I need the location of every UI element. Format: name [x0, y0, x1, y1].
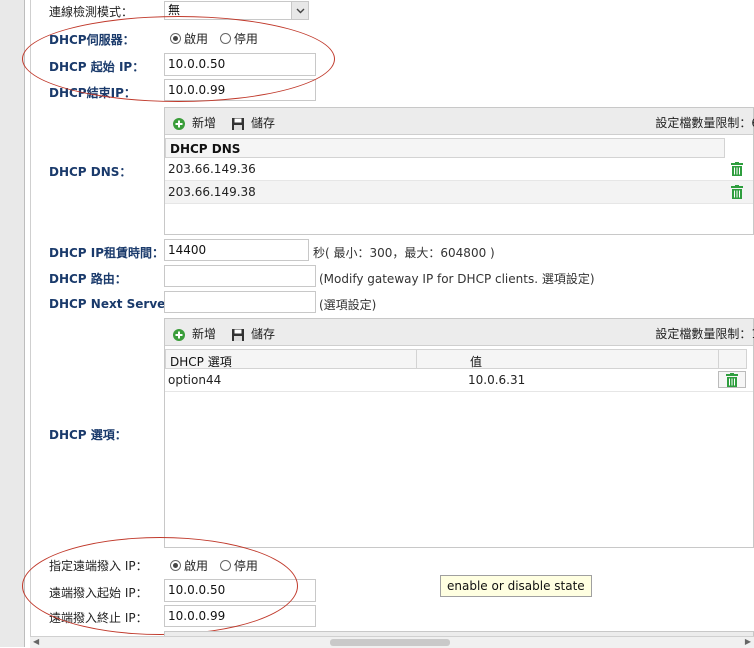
dhcp-dns-save-label: 儲存 [251, 116, 276, 130]
connection-mode-label: 連線檢測模式： [49, 5, 134, 19]
dhcp-dns-add-label: 新增 [192, 116, 217, 130]
dhcp-option-column-header: DHCP 選項 [170, 355, 232, 369]
scrollbar-thumb[interactable] [330, 639, 450, 646]
save-icon [232, 328, 244, 341]
column-divider [416, 350, 417, 368]
dhcp-option-cell: option44 [168, 373, 222, 387]
dhcp-options-panel: 新增 儲存 設定檔數量限制：1 DHCP 選項 值 option44 10.0.… [164, 318, 754, 548]
column-divider [718, 350, 719, 368]
next-server-input[interactable] [164, 291, 316, 313]
value-column-header: 值 [470, 355, 483, 369]
dhcp-dns-label: DHCP DNS： [49, 165, 132, 179]
lease-time-label: DHCP IP租賃時間： [49, 246, 165, 260]
table-row: 203.66.149.38 [165, 181, 753, 204]
chevron-down-icon[interactable] [291, 2, 308, 19]
annotation-ellipse-bottom [22, 537, 298, 635]
save-icon [232, 117, 244, 130]
dhcp-options-save-label: 儲存 [251, 327, 276, 341]
state-tooltip: enable or disable state [440, 575, 592, 597]
dhcp-dns-panel: 新增 儲存 設定檔數量限制：6 DHCP DNS 203.66.149.36 2… [164, 107, 754, 235]
add-icon [173, 328, 185, 341]
dhcp-dns-cell: 203.66.149.38 [168, 185, 256, 199]
annotation-ellipse-top [22, 16, 335, 102]
dhcp-dns-add-button[interactable]: 新增 [172, 114, 216, 131]
next-server-note: (選項設定) [319, 298, 377, 312]
dhcp-options-add-button[interactable]: 新增 [172, 325, 216, 342]
dhcp-router-input[interactable] [164, 265, 316, 287]
lease-time-input[interactable]: 14400 [164, 239, 309, 261]
dhcp-router-note: (Modify gateway IP for DHCP clients. 選項設… [319, 272, 595, 286]
dhcp-options-table-header: DHCP 選項 值 [165, 349, 747, 369]
dhcp-options-toolbar: 新增 儲存 設定檔數量限制：1 [165, 319, 754, 346]
horizontal-scrollbar[interactable]: ◀ ▶ [30, 636, 754, 648]
dhcp-options-add-label: 新增 [192, 327, 217, 341]
add-icon [173, 117, 185, 130]
left-divider [30, 0, 31, 647]
dhcp-dns-column-header: DHCP DNS [170, 142, 241, 156]
dhcp-dns-limit: 設定檔數量限制：6 [655, 116, 754, 130]
dhcp-options-save-button[interactable]: 儲存 [231, 325, 275, 342]
dhcp-dns-cell: 203.66.149.36 [168, 162, 256, 176]
connection-mode-value: 無 [168, 3, 181, 17]
delete-button[interactable] [718, 371, 746, 388]
dhcp-dns-toolbar: 新增 儲存 設定檔數量限制：6 [165, 108, 754, 135]
dhcp-options-limit: 設定檔數量限制：1 [655, 327, 754, 341]
dhcp-router-label: DHCP 路由： [49, 272, 127, 286]
dhcp-options-label: DHCP 選項： [49, 428, 127, 442]
trash-icon [726, 373, 738, 387]
dhcp-option-value-cell: 10.0.6.31 [468, 373, 526, 387]
lease-time-note: 秒( 最小：300，最大：604800 ) [313, 246, 495, 260]
scroll-left-icon[interactable]: ◀ [33, 637, 39, 646]
scroll-right-icon[interactable]: ▶ [745, 637, 751, 646]
left-gutter [0, 0, 25, 647]
trash-icon[interactable] [731, 162, 743, 176]
dhcp-dns-table-header: DHCP DNS [165, 138, 725, 158]
dhcp-dns-save-button[interactable]: 儲存 [231, 114, 275, 131]
table-row: 203.66.149.36 [165, 158, 753, 181]
trash-icon[interactable] [731, 185, 743, 199]
table-row: option44 10.0.6.31 [165, 369, 753, 392]
